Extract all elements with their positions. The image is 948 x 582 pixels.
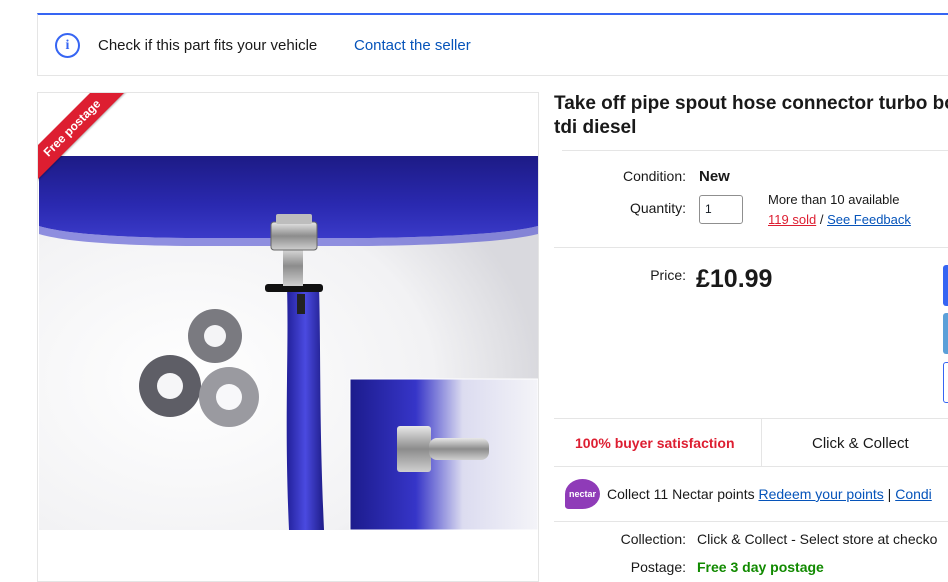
- free-postage-ribbon: Free postage: [38, 93, 143, 198]
- redeem-points-link[interactable]: Redeem your points: [758, 486, 883, 502]
- availability-text: More than 10 available: [768, 192, 900, 207]
- info-icon: i: [55, 33, 80, 58]
- sold-separator: /: [819, 212, 824, 227]
- condition-value: New: [699, 168, 730, 185]
- nectar-logo-icon: nectar: [565, 479, 600, 509]
- divider: [554, 521, 948, 522]
- watch-button[interactable]: [943, 362, 948, 403]
- buyer-satisfaction-badge: 100% buyer satisfaction: [575, 435, 735, 451]
- quantity-label: Quantity:: [629, 200, 686, 216]
- fitment-bar: i Check if this part fits your vehicle C…: [37, 13, 948, 76]
- divider: [761, 419, 762, 467]
- divider: [562, 150, 948, 151]
- price-value: £10.99: [696, 265, 773, 293]
- sold-feedback: 119 sold / See Feedback: [768, 212, 911, 227]
- image-gallery: Free postage: [37, 92, 539, 582]
- price-label: Price:: [650, 267, 686, 283]
- fitment-check-label[interactable]: Check if this part fits your vehicle: [98, 37, 317, 54]
- collection-label: Collection:: [620, 531, 686, 547]
- add-to-basket-button[interactable]: [943, 313, 948, 354]
- badges-row: 100% buyer satisfaction Click & Collect: [554, 418, 948, 467]
- nectar-collect-text: Collect 11 Nectar points: [607, 486, 755, 502]
- nectar-divider: |: [887, 486, 892, 502]
- click-collect-badge: Click & Collect: [812, 435, 909, 452]
- quantity-input[interactable]: 1: [699, 195, 743, 224]
- collection-value: Click & Collect - Select store at checko: [697, 531, 938, 547]
- postage-value: Free 3 day postage: [697, 559, 824, 575]
- buy-it-now-button[interactable]: [943, 265, 948, 306]
- contact-seller-link[interactable]: Contact the seller: [354, 37, 471, 54]
- product-photo[interactable]: [39, 156, 538, 530]
- sold-count-link[interactable]: 119 sold: [768, 212, 816, 227]
- nectar-points: Collect 11 Nectar points Redeem your poi…: [607, 486, 932, 502]
- conditions-link[interactable]: Condi: [895, 486, 932, 502]
- listing-title: Take off pipe spout hose connector turbo…: [554, 93, 948, 138]
- condition-label: Condition:: [622, 168, 686, 184]
- divider: [554, 247, 948, 248]
- ribbon-label: Free postage: [38, 93, 134, 190]
- postage-label: Postage:: [630, 559, 686, 575]
- see-feedback-link[interactable]: See Feedback: [827, 212, 911, 227]
